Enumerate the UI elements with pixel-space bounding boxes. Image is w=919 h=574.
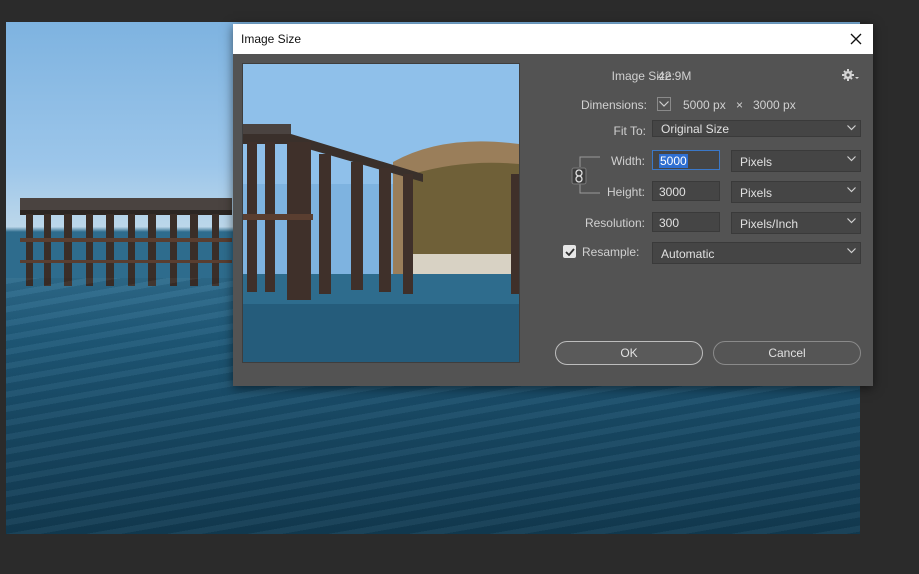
link-icon: [571, 167, 587, 185]
image-size-value: 42.9M: [658, 69, 692, 83]
preview-image: [243, 64, 519, 362]
width-unit-select[interactable]: Pixels: [731, 150, 861, 172]
settings-button[interactable]: [841, 68, 861, 84]
image-size-dialog: Image Size Image Size: 42.9M Dimensions:…: [233, 24, 873, 386]
chevron-down-icon: [847, 125, 856, 131]
width-unit-value: Pixels: [740, 155, 773, 169]
ok-button[interactable]: OK: [555, 341, 703, 365]
chevron-down-icon: [659, 101, 669, 107]
width-label: Width:: [610, 154, 645, 168]
dimensions-label: Dimensions:: [580, 98, 647, 112]
chevron-down-icon: [847, 218, 856, 224]
height-unit-select[interactable]: Pixels: [731, 181, 861, 203]
check-icon: [564, 247, 575, 256]
resample-select[interactable]: Automatic: [652, 242, 861, 264]
fit-to-value: Original Size: [661, 122, 730, 136]
resample-label: Resample:: [582, 245, 640, 259]
resolution-unit-value: Pixels/Inch: [740, 217, 799, 231]
height-input[interactable]: 3000: [652, 181, 720, 201]
dialog-titlebar: Image Size: [233, 24, 873, 54]
chevron-down-icon: [847, 248, 856, 254]
fit-to-select[interactable]: Original Size: [652, 120, 861, 137]
height-value: 3000: [659, 185, 686, 199]
cancel-button[interactable]: Cancel: [713, 341, 861, 365]
resolution-input[interactable]: 300: [652, 212, 720, 232]
chevron-down-icon: [847, 156, 856, 162]
close-icon: [850, 33, 862, 45]
close-button[interactable]: [839, 24, 873, 54]
fit-to-label: Fit To:: [613, 124, 646, 138]
resample-checkbox[interactable]: [563, 245, 576, 258]
width-value: 5000: [659, 154, 688, 168]
gear-icon: [842, 69, 859, 81]
dimensions-toggle[interactable]: [657, 97, 671, 111]
resample-value: Automatic: [661, 247, 715, 261]
resolution-value: 300: [659, 216, 680, 230]
dimensions-times: ×: [736, 98, 744, 112]
dimensions-height: 3000 px: [753, 98, 796, 112]
image-preview[interactable]: [242, 63, 520, 363]
chevron-down-icon: [847, 187, 856, 193]
height-label: Height:: [606, 185, 645, 199]
dimensions-width: 5000 px: [683, 98, 726, 112]
dialog-title: Image Size: [241, 32, 302, 46]
resolution-unit-select[interactable]: Pixels/Inch: [731, 212, 861, 234]
height-unit-value: Pixels: [740, 186, 773, 200]
width-input[interactable]: 5000: [652, 150, 720, 170]
pier-image: [20, 198, 232, 286]
constrain-proportions-button[interactable]: [571, 167, 587, 185]
resolution-label: Resolution:: [584, 216, 645, 230]
